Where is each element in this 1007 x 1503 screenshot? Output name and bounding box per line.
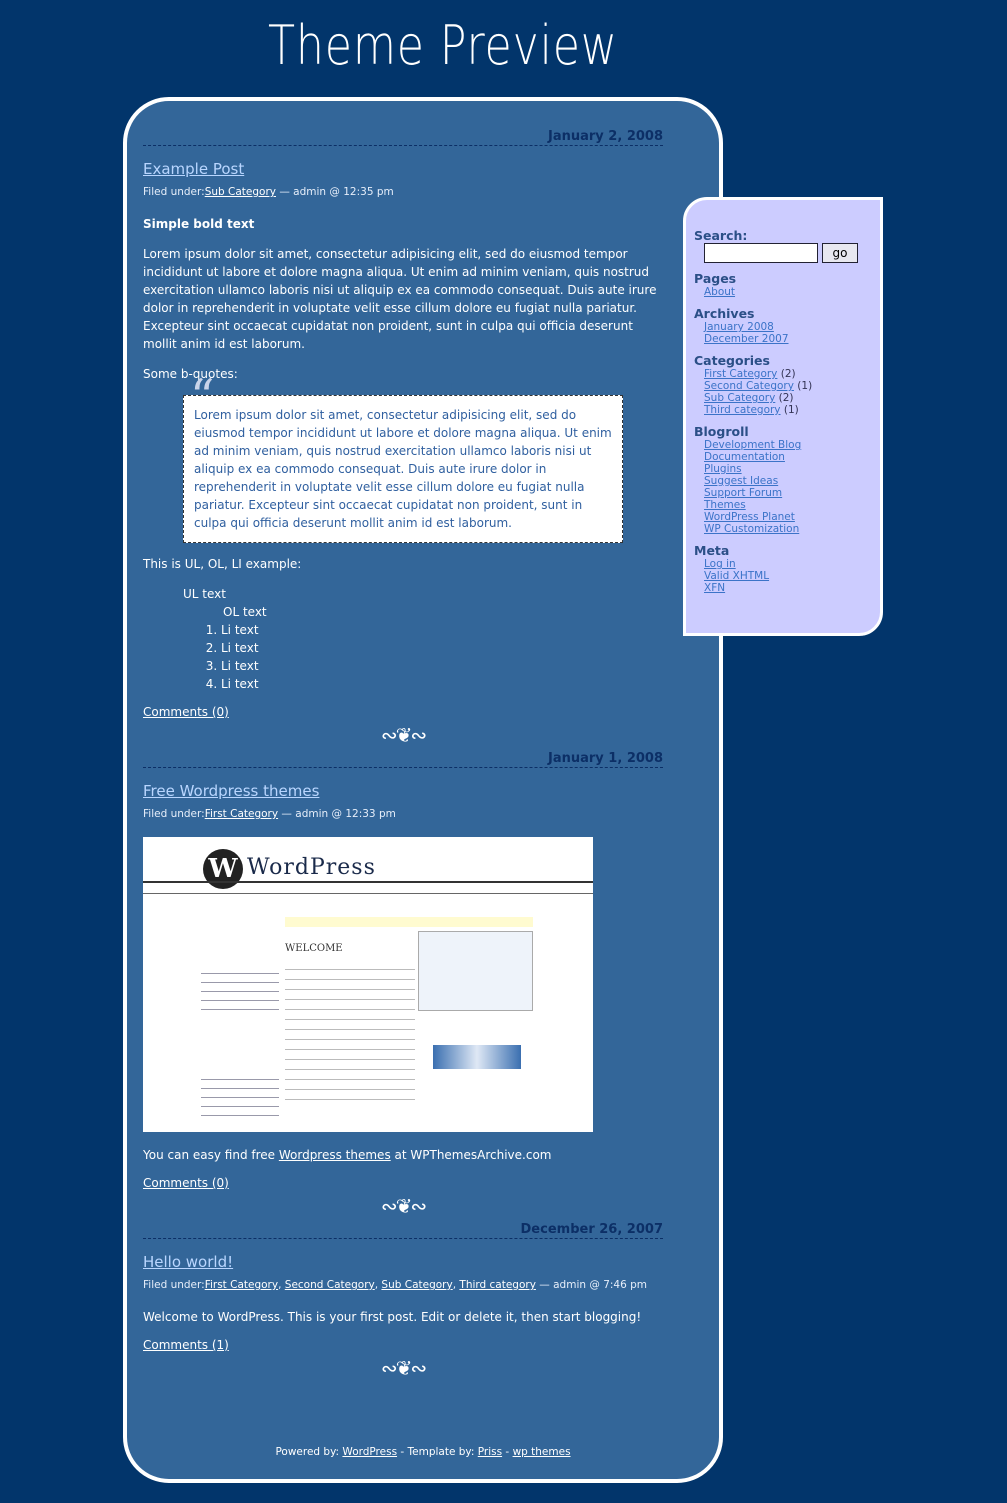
list-item: 2. Li text: [205, 641, 259, 655]
blogroll-link[interactable]: Documentation: [704, 451, 785, 463]
site-title: Theme Preview: [268, 14, 618, 77]
search-go-button[interactable]: go: [822, 243, 858, 263]
category-link[interactable]: Third category: [704, 404, 781, 416]
login-link[interactable]: Log in: [704, 558, 736, 570]
ul-text: UL text: [183, 587, 226, 601]
valid-xhtml-link[interactable]: Valid XHTML: [704, 570, 769, 582]
category-link[interactable]: Sub Category: [381, 1279, 452, 1291]
comments-link[interactable]: Comments (0): [143, 1176, 229, 1190]
ornament-icon: ∾❦∾: [380, 1356, 427, 1380]
post-meta: Filed under:First Category, Second Categ…: [143, 1279, 647, 1291]
category-link[interactable]: First Category: [704, 368, 777, 380]
category-link[interactable]: Second Category: [704, 380, 794, 392]
category-count: (1): [797, 380, 813, 392]
post-title-link[interactable]: Free Wordpress themes: [143, 782, 319, 800]
blogroll-link[interactable]: Plugins: [704, 463, 742, 475]
byline: — admin @ 12:35 pm: [275, 186, 394, 198]
list-item: 4. Li text: [205, 677, 259, 691]
footer: Powered by: WordPress - Template by: Pri…: [275, 1446, 571, 1458]
post-meta: Filed under:First Category — admin @ 12:…: [143, 808, 396, 820]
category-count: (2): [778, 392, 794, 404]
post-paragraph: Lorem ipsum dolor sit amet, consectetur …: [143, 247, 657, 351]
meta-heading: Meta: [694, 543, 730, 558]
category-count: (1): [783, 404, 799, 416]
post-meta: Filed under:Sub Category — admin @ 12:35…: [143, 183, 663, 201]
blogroll-heading: Blogroll: [694, 424, 749, 439]
category-link[interactable]: First Category: [205, 808, 278, 820]
search-form: go: [704, 243, 872, 263]
comments-link[interactable]: Comments (1): [143, 1338, 229, 1352]
post-date: December 26, 2007: [143, 1222, 663, 1239]
bold-text: Simple bold text: [143, 217, 255, 231]
sidebar: Search: go Pages About Archives January …: [683, 197, 883, 636]
priss-link[interactable]: Priss: [478, 1446, 502, 1458]
post-title-link[interactable]: Example Post: [143, 160, 244, 178]
category-link[interactable]: Third category: [459, 1279, 536, 1291]
bquote-intro: Some b-quotes:: [143, 367, 238, 381]
list-item: 1. Li text: [205, 623, 259, 637]
pages-heading: Pages: [694, 271, 737, 286]
comments-link[interactable]: Comments (0): [143, 705, 229, 719]
post-paragraph: You can easy find free Wordpress themes …: [143, 1148, 552, 1162]
search-label: Search:: [694, 228, 748, 243]
post: December 26, 2007 Hello world! Filed und…: [143, 1222, 663, 1380]
blogroll-link[interactable]: WP Customization: [704, 523, 799, 535]
category-link[interactable]: Second Category: [285, 1279, 375, 1291]
wp-themes-link[interactable]: wp themes: [513, 1446, 571, 1458]
blogroll-link[interactable]: WordPress Planet: [704, 511, 795, 523]
blogroll-link[interactable]: Themes: [704, 499, 746, 511]
blogroll-link[interactable]: Development Blog: [704, 439, 801, 451]
post: January 2, 2008 Example Post Filed under…: [143, 129, 663, 747]
archives-heading: Archives: [694, 306, 755, 321]
blogroll-link[interactable]: Support Forum: [704, 487, 782, 499]
category-link[interactable]: Sub Category: [205, 186, 276, 198]
quote-mark-icon: “: [190, 369, 215, 425]
category-link[interactable]: First Category: [205, 1279, 278, 1291]
xfn-link[interactable]: XFN: [704, 582, 725, 594]
categories-heading: Categories: [694, 353, 770, 368]
wordpress-link[interactable]: WordPress: [342, 1446, 397, 1458]
category-link[interactable]: Sub Category: [704, 392, 775, 404]
category-count: (2): [780, 368, 796, 380]
example-list: UL text OL text 1. Li text 2. Li text 3.…: [183, 585, 663, 693]
ornament-icon: ∾❦∾: [380, 1194, 427, 1218]
wordpress-screenshot-image: W WordPress WELCOME: [143, 837, 593, 1132]
archive-link[interactable]: January 2008: [704, 321, 774, 333]
search-input[interactable]: [704, 243, 818, 263]
list-intro: This is UL, OL, LI example:: [143, 557, 302, 571]
wordpress-themes-link[interactable]: Wordpress themes: [279, 1148, 391, 1162]
post: January 1, 2008 Free Wordpress themes Fi…: [143, 751, 663, 1218]
blockquote: “Lorem ipsum dolor sit amet, consectetur…: [183, 373, 623, 543]
post-date: January 2, 2008: [143, 129, 663, 146]
ol-text: OL text: [223, 605, 267, 619]
page-link-about[interactable]: About: [704, 286, 735, 298]
filed-label: Filed under:: [143, 186, 205, 198]
post-title-link[interactable]: Hello world!: [143, 1253, 233, 1271]
main-panel: January 2, 2008 Example Post Filed under…: [123, 97, 723, 1483]
post-paragraph: Welcome to WordPress. This is your first…: [143, 1310, 642, 1324]
content: January 2, 2008 Example Post Filed under…: [143, 129, 663, 1384]
welcome-heading: WELCOME: [285, 943, 343, 954]
blockquote-text: Lorem ipsum dolor sit amet, consectetur …: [194, 408, 612, 530]
archive-link[interactable]: December 2007: [704, 333, 789, 345]
post-date: January 1, 2008: [143, 751, 663, 768]
wordpress-logo-icon: W: [203, 849, 243, 889]
ornament-icon: ∾❦∾: [380, 723, 427, 747]
blogroll-link[interactable]: Suggest Ideas: [704, 475, 778, 487]
list-item: 3. Li text: [205, 659, 259, 673]
wordpress-logo-text: WordPress: [247, 855, 376, 880]
